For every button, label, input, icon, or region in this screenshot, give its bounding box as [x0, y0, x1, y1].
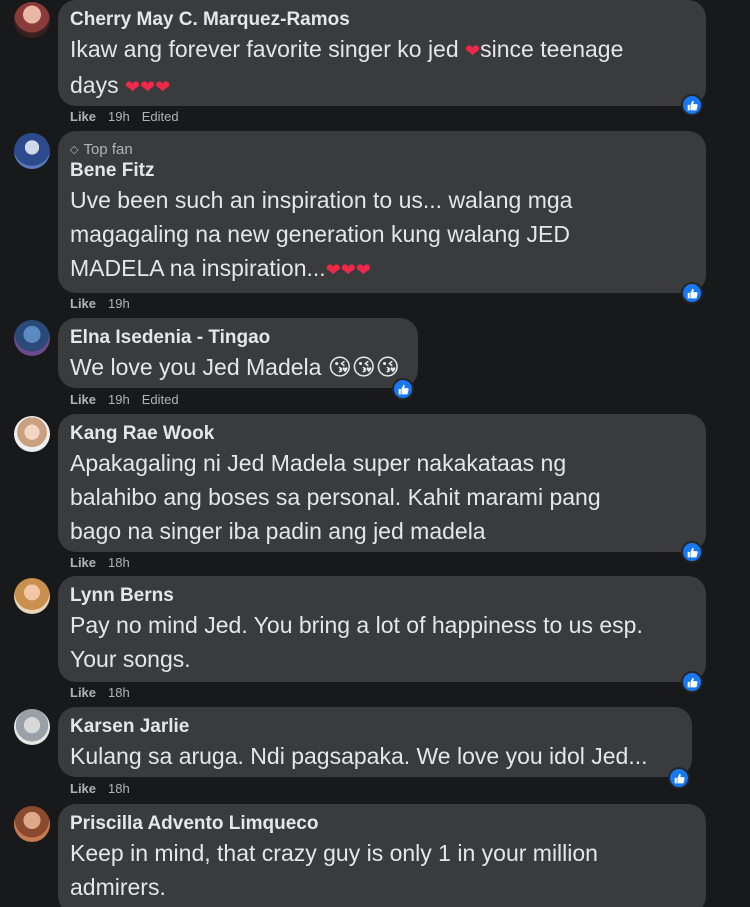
comment-text-line: Pay no mind Jed. You bring a lot of happ… [70, 612, 643, 638]
comment-bubble: ◇ Top fan Bene Fitz Uve been such an insp… [58, 131, 706, 293]
comment-text: days ❤❤❤ [70, 72, 171, 98]
commenter-name[interactable]: Priscilla Advento Limqueco [70, 812, 694, 836]
comment-text-line: Uve been such an inspiration to us... wa… [70, 187, 573, 213]
heart-icon: ❤ [465, 41, 481, 61]
comment-meta: Like 18h [70, 555, 130, 570]
like-link[interactable]: Like [70, 296, 96, 311]
like-link[interactable]: Like [70, 781, 96, 796]
like-reaction-icon[interactable] [681, 541, 703, 563]
edited-label: Edited [141, 392, 179, 407]
comment-text-line: days ❤❤❤ [70, 68, 694, 104]
like-link[interactable]: Like [70, 685, 96, 700]
like-reaction-icon[interactable] [668, 767, 690, 789]
heart-icon: ❤ [325, 260, 341, 280]
comment-meta: Like 19h [70, 296, 130, 311]
comment-text-line: balahibo ang boses sa personal. Kahit ma… [70, 484, 601, 510]
like-link[interactable]: Like [70, 109, 96, 124]
timestamp[interactable]: 19h [108, 109, 130, 124]
commenter-name[interactable]: Lynn Berns [70, 584, 694, 608]
timestamp[interactable]: 19h [108, 296, 130, 311]
comment-bubble: Elna Isedenia - Tingao We love you Jed M… [58, 318, 418, 388]
like-link[interactable]: Like [70, 555, 96, 570]
heart-icon: ❤ [140, 77, 156, 97]
comment-bubble: Lynn Berns Pay no mind Jed. You bring a … [58, 576, 706, 682]
timestamp[interactable]: 19h [108, 392, 130, 407]
comment-bubble: Priscilla Advento Limqueco Keep in mind,… [58, 804, 706, 907]
timestamp[interactable]: 18h [108, 685, 130, 700]
avatar[interactable] [14, 133, 50, 169]
like-reaction-icon[interactable] [681, 94, 703, 116]
commenter-name[interactable]: Kang Rae Wook [70, 422, 694, 446]
heart-icon: ❤ [155, 77, 171, 97]
commenter-name[interactable]: Karsen Jarlie [70, 715, 680, 739]
comment-text-line: We love you Jed Madela 😘😘😘 [70, 354, 400, 380]
timestamp[interactable]: 18h [108, 781, 130, 796]
comment-bubble: Kang Rae Wook Apakagaling ni Jed Madela … [58, 414, 706, 552]
comment-text-line: Apakagaling ni Jed Madela super nakakata… [70, 450, 567, 476]
top-fan-label: Top fan [83, 141, 133, 158]
avatar[interactable] [14, 709, 50, 745]
timestamp[interactable]: 18h [108, 555, 130, 570]
commenter-name[interactable]: Cherry May C. Marquez-Ramos [70, 8, 694, 32]
comment-text-line: bago na singer iba padin ang jed madela [70, 518, 486, 544]
comment-text-line: admirers. [70, 874, 166, 900]
comment-meta: Like 18h [70, 685, 130, 700]
edited-label: Edited [141, 109, 179, 124]
avatar[interactable] [14, 2, 50, 38]
diamond-icon: ◇ [70, 144, 79, 156]
like-reaction-icon[interactable] [392, 378, 414, 400]
comment-meta: Like 19h Edited [70, 109, 179, 124]
commenter-name[interactable]: Elna Isedenia - Tingao [70, 326, 406, 350]
avatar[interactable] [14, 578, 50, 614]
commenter-name[interactable]: Bene Fitz [70, 159, 694, 183]
like-reaction-icon[interactable] [681, 282, 703, 304]
comment-meta: Like 19h Edited [70, 392, 179, 407]
like-reaction-icon[interactable] [681, 671, 703, 693]
comment-text-line: Your songs. [70, 646, 191, 672]
comment-text-line: Ikaw ang forever favorite singer ko jed … [70, 32, 694, 68]
avatar[interactable] [14, 416, 50, 452]
comment-bubble: Karsen Jarlie Kulang sa aruga. Ndi pagsa… [58, 707, 692, 777]
like-link[interactable]: Like [70, 392, 96, 407]
avatar[interactable] [14, 806, 50, 842]
avatar[interactable] [14, 320, 50, 356]
comment-text-line: magagaling na new generation kung walang… [70, 221, 570, 247]
comment-text: Ikaw ang forever favorite singer ko jed … [70, 36, 624, 62]
heart-icon: ❤ [355, 260, 371, 280]
heart-icon: ❤ [124, 77, 141, 97]
comment-bubble: Cherry May C. Marquez-Ramos Ikaw ang for… [58, 0, 706, 106]
heart-icon: ❤ [340, 260, 356, 280]
comment-text-line: MADELA na inspiration...❤❤❤ [70, 255, 371, 281]
comment-text-line: Keep in mind, that crazy guy is only 1 i… [70, 840, 598, 866]
comment-meta: Like 18h [70, 781, 130, 796]
top-fan-badge: ◇ Top fan [70, 141, 694, 159]
comment-text-line: Kulang sa aruga. Ndi pagsapaka. We love … [70, 743, 648, 769]
